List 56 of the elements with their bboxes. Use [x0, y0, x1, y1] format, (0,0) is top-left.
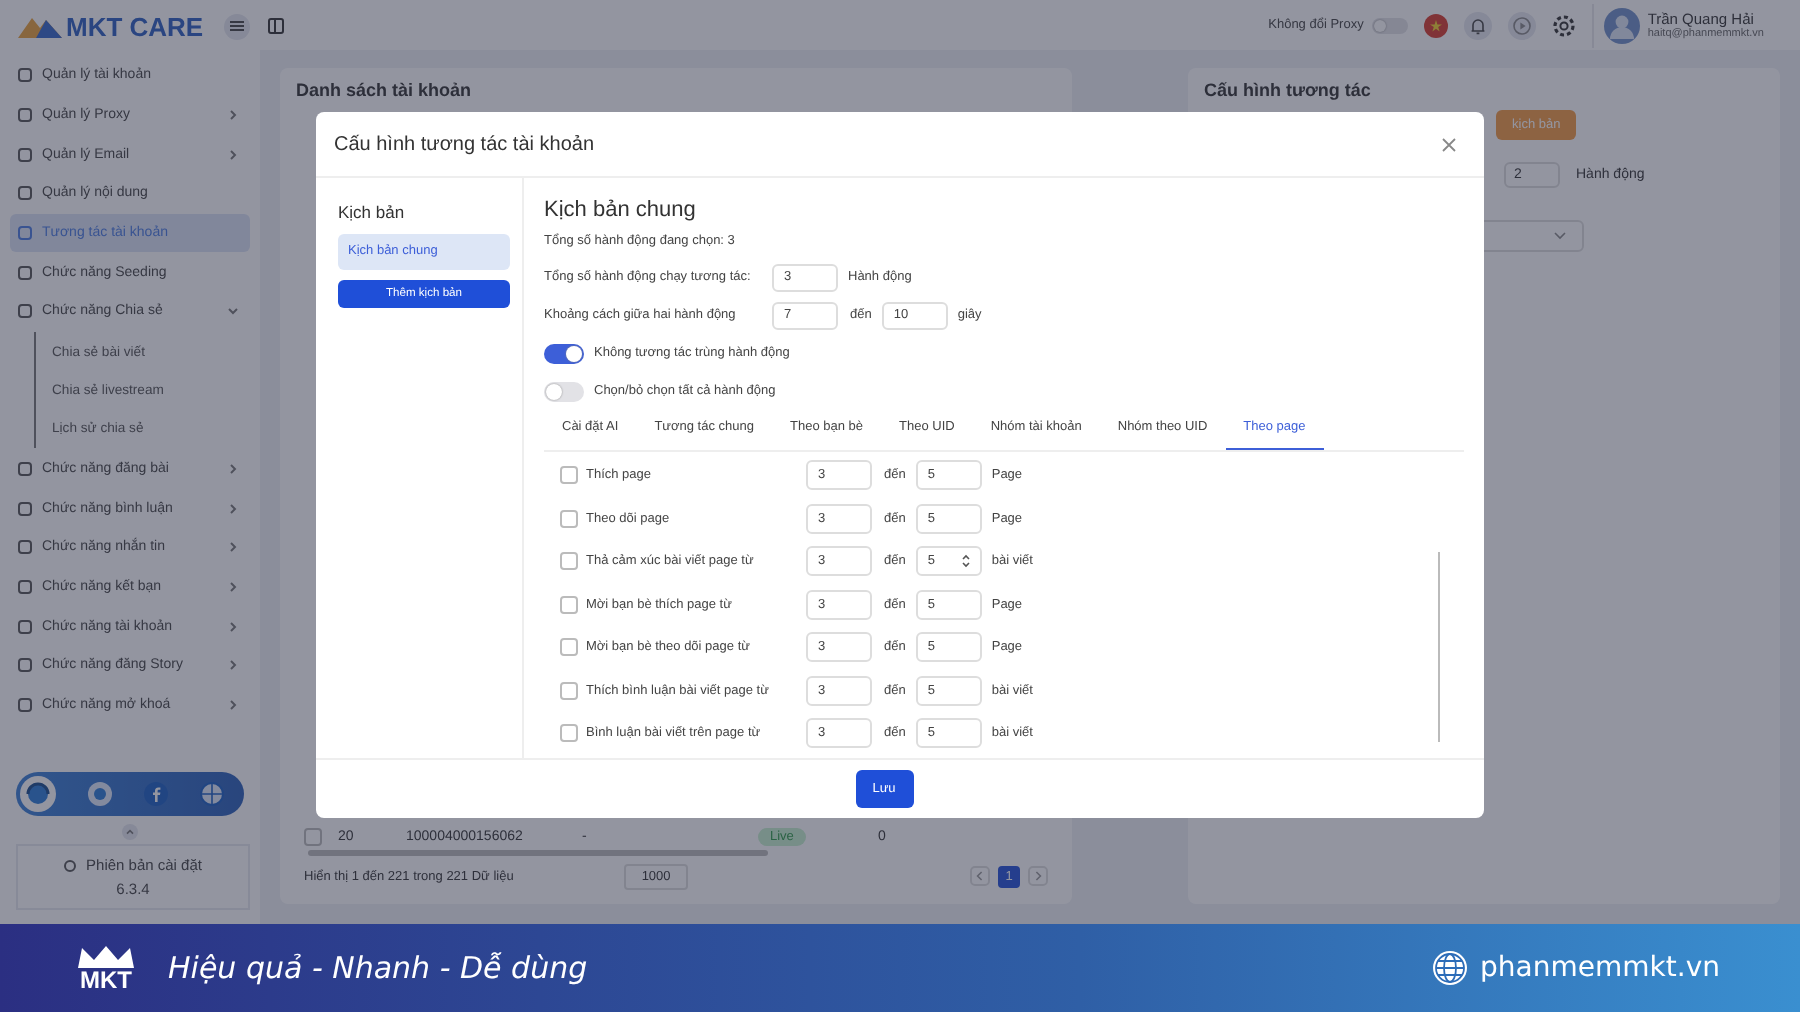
scrollbar[interactable] — [308, 850, 768, 856]
chevron-right-icon[interactable] — [1028, 866, 1048, 886]
menu-item-icon — [18, 147, 32, 162]
settings-icon[interactable] — [1551, 13, 1576, 37]
play-icon[interactable] — [1507, 11, 1536, 39]
facebook-icon[interactable] — [144, 782, 168, 806]
checkbox[interactable] — [560, 724, 578, 743]
menu-item-icon — [18, 186, 32, 201]
flag-icon[interactable] — [1423, 13, 1448, 37]
toggle-switch[interactable] — [544, 381, 584, 401]
website-url: phanmemmkt.vn — [1480, 952, 1720, 984]
menu-item-icon — [18, 265, 32, 280]
sidebar-toggle-icon[interactable] — [268, 17, 284, 33]
chevron-down-icon — [1554, 232, 1566, 240]
info-icon — [64, 859, 77, 871]
checkbox[interactable] — [560, 638, 578, 657]
menu-item-icon — [18, 579, 32, 594]
checkbox[interactable] — [560, 595, 578, 614]
menu-item-icon — [18, 540, 32, 555]
checkbox[interactable] — [560, 552, 578, 571]
row-checkbox[interactable] — [304, 827, 322, 845]
dialog-title: Cấu hình tương tác tài khoản — [334, 133, 594, 155]
close-icon[interactable] — [1442, 137, 1456, 151]
checkbox[interactable] — [560, 681, 578, 700]
menu-item-icon — [18, 658, 32, 673]
crown-logo-icon — [76, 944, 136, 968]
menu-item-icon — [18, 501, 32, 516]
globe-icon[interactable] — [200, 782, 224, 806]
logo-text: MKT — [80, 968, 132, 992]
chevron-left-icon[interactable] — [970, 866, 990, 886]
script-heading: Kịch bản chung — [544, 198, 698, 222]
section-heading: Kịch bản — [338, 202, 407, 222]
toggle-switch[interactable] — [544, 343, 584, 363]
slogan: Hiệu quả - Nhanh - Dễ dùng — [168, 950, 588, 986]
app-logo-text: MKT CARE — [66, 11, 206, 41]
menu-item-icon — [18, 304, 32, 319]
checkbox[interactable] — [560, 466, 578, 485]
panel-title: Danh sách tài khoản — [296, 80, 474, 100]
globe-icon — [1432, 950, 1469, 986]
scrollbar[interactable] — [1437, 552, 1440, 742]
chevron-up-icon[interactable] — [122, 824, 138, 840]
avatar-icon[interactable] — [1603, 7, 1640, 43]
menu-icon — [230, 20, 244, 32]
proxy-toggle[interactable] — [1371, 17, 1408, 33]
menu-button[interactable] — [224, 13, 250, 39]
menu-item-icon — [18, 619, 32, 634]
menu-item-icon — [18, 226, 32, 241]
menu-item-icon — [18, 697, 32, 712]
bell-icon[interactable] — [1463, 11, 1492, 39]
panel-title: Cấu hình tương tác — [1204, 80, 1373, 100]
menu-item-icon — [18, 108, 32, 123]
menu-item-icon — [18, 461, 32, 476]
menu-item-icon — [18, 68, 32, 83]
spinner-icon — [961, 554, 970, 569]
mountain-icon — [18, 14, 62, 38]
checkbox[interactable] — [560, 509, 578, 528]
